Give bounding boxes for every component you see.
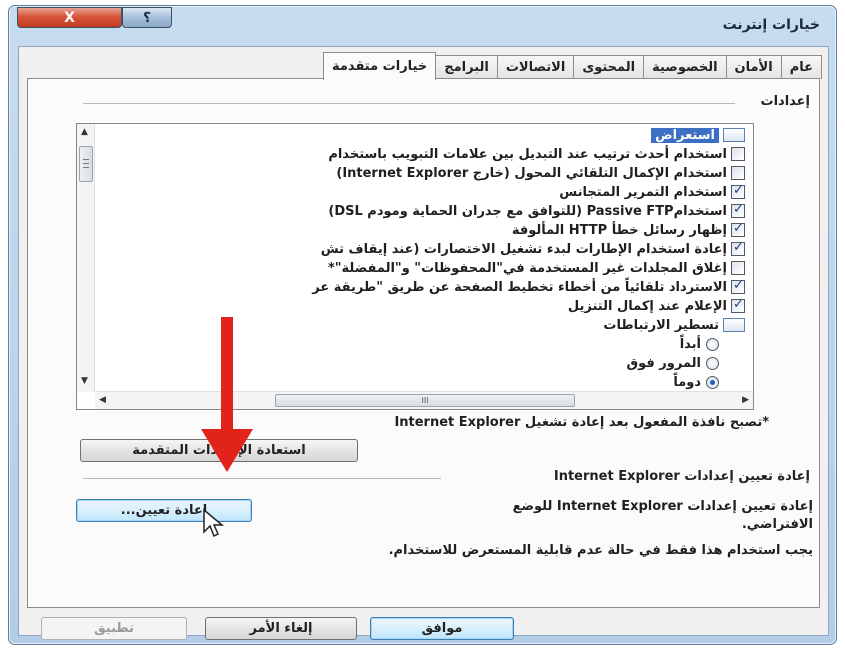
radio-button[interactable] <box>706 337 719 351</box>
tab-privacy[interactable]: الخصوصية <box>643 55 727 79</box>
reset-description-line1: إعادة تعيين إعدادات Internet Explorer لل… <box>512 499 813 514</box>
close-icon: X <box>64 9 75 26</box>
radio-item[interactable]: أبداً <box>680 334 719 354</box>
radio-item[interactable]: دوماً <box>673 372 719 392</box>
checkbox[interactable] <box>731 240 745 256</box>
category-icon <box>723 318 745 332</box>
setting-item[interactable]: إعادة استخدام الإطارات لبدء تشغيل الاختص… <box>321 239 745 259</box>
tab-security[interactable]: الأمان <box>725 55 782 79</box>
setting-item[interactable]: استخدام التمرير المتجانس <box>559 182 745 202</box>
scroll-thumb[interactable] <box>79 146 93 182</box>
red-arrow-annotation <box>201 317 253 472</box>
hscroll-thumb[interactable]: III <box>275 394 575 407</box>
reset-section-label: إعادة تعيين إعدادات Internet Explorer <box>550 469 813 484</box>
radio-item[interactable]: المرور فوق <box>626 353 719 373</box>
checkbox[interactable] <box>731 147 745 161</box>
category-browsing[interactable]: استعراض <box>651 125 745 145</box>
checkbox[interactable] <box>731 297 745 313</box>
scroll-down-icon[interactable]: ▼ <box>81 376 88 386</box>
close-button[interactable]: X <box>17 7 122 28</box>
cancel-button[interactable]: إلغاء الأمر <box>205 617 357 640</box>
category-icon <box>723 128 745 142</box>
settings-label: إعدادات <box>757 94 813 109</box>
checkbox[interactable] <box>731 221 745 237</box>
setting-item[interactable]: استخدام أحدث ترتيب عند التبديل بين علاما… <box>328 144 745 164</box>
ok-button[interactable]: موافق <box>370 617 514 640</box>
setting-item[interactable]: إظهار رسائل خطأ HTTP المألوفة <box>512 220 745 240</box>
dialog-body: عام الأمان الخصوصية المحتوى الاتصالات ال… <box>18 46 829 640</box>
advanced-panel: إعدادات ▲ ▼ ◀ III ▶ استعراض استخدام أحدث… <box>27 78 820 608</box>
tab-advanced[interactable]: خيارات متقدمة <box>323 52 437 80</box>
scroll-right-icon[interactable]: ▶ <box>742 395 749 405</box>
checkbox[interactable] <box>731 261 745 275</box>
tab-content[interactable]: المحتوى <box>573 55 645 79</box>
category-underline-links[interactable]: تسطير الارتباطات <box>603 315 745 335</box>
radio-button[interactable] <box>706 375 719 389</box>
reset-divider <box>83 478 441 479</box>
scroll-left-icon[interactable]: ◀ <box>99 395 106 405</box>
reset-warning: يجب استخدام هذا فقط في حالة عدم قابلية ا… <box>388 543 813 558</box>
checkbox[interactable] <box>731 202 745 218</box>
setting-item[interactable]: الاسترداد تلقائياً من أخطاء تخطيط الصفحة… <box>312 277 745 297</box>
tab-general[interactable]: عام <box>780 55 822 79</box>
tab-programs[interactable]: البرامج <box>435 55 498 79</box>
settings-listbox[interactable]: ▲ ▼ ◀ III ▶ استعراض استخدام أحدث ترتيب ع… <box>76 123 754 410</box>
checkbox[interactable] <box>731 183 745 199</box>
help-icon: ؟ <box>142 9 152 26</box>
scroll-up-icon[interactable]: ▲ <box>81 127 88 137</box>
internet-options-dialog: X ؟ خيارات إنترنت عام الأمان الخصوصية ال… <box>8 5 837 645</box>
window-title: خيارات إنترنت <box>722 17 820 33</box>
title-bar: X ؟ خيارات إنترنت <box>9 6 836 46</box>
tab-strip: عام الأمان الخصوصية المحتوى الاتصالات ال… <box>323 52 822 80</box>
mouse-pointer-icon <box>203 508 225 538</box>
horizontal-scrollbar[interactable]: ◀ III ▶ <box>95 391 753 409</box>
checkbox[interactable] <box>731 278 745 294</box>
settings-divider <box>83 103 735 104</box>
help-button[interactable]: ؟ <box>122 7 172 28</box>
tab-connections[interactable]: الاتصالات <box>496 55 575 79</box>
checkbox[interactable] <box>731 166 745 180</box>
radio-button[interactable] <box>706 356 719 370</box>
restart-note: *تصبح نافذة المفعول بعد إعادة تشغيل Inte… <box>394 415 769 430</box>
setting-item[interactable]: استخدامPassive FTP (للتوافق مع جدران الح… <box>328 201 745 221</box>
vertical-scrollbar[interactable]: ▲ ▼ <box>77 124 95 392</box>
reset-description-line2: الافتراضي. <box>741 517 813 532</box>
apply-button[interactable]: تطبيق <box>41 617 187 640</box>
setting-item[interactable]: الإعلام عند إكمال التنزيل <box>568 296 745 316</box>
setting-item[interactable]: إغلاق المجلدات غير المستخدمة في"المحفوظا… <box>328 258 745 278</box>
setting-item[interactable]: استخدام الإكمال التلقائي المحول (خارج In… <box>336 163 745 183</box>
